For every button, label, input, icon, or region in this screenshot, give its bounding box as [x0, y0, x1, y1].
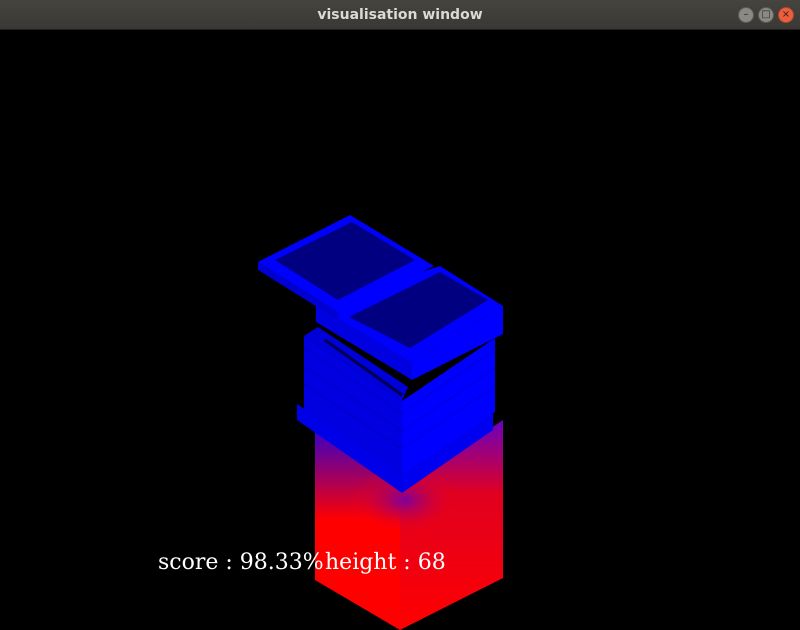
- tower-scene: [258, 215, 503, 630]
- window-title: visualisation window: [317, 7, 483, 23]
- minimize-icon[interactable]: –: [738, 7, 754, 23]
- close-icon[interactable]: ×: [778, 7, 794, 23]
- height-label: height : 68: [325, 550, 446, 575]
- score-label: score : 98.33%: [158, 550, 324, 575]
- title-bar[interactable]: visualisation window – □ ×: [0, 0, 800, 30]
- maximize-icon[interactable]: □: [758, 7, 774, 23]
- render-viewport[interactable]: score : 98.33% height : 68: [0, 30, 800, 630]
